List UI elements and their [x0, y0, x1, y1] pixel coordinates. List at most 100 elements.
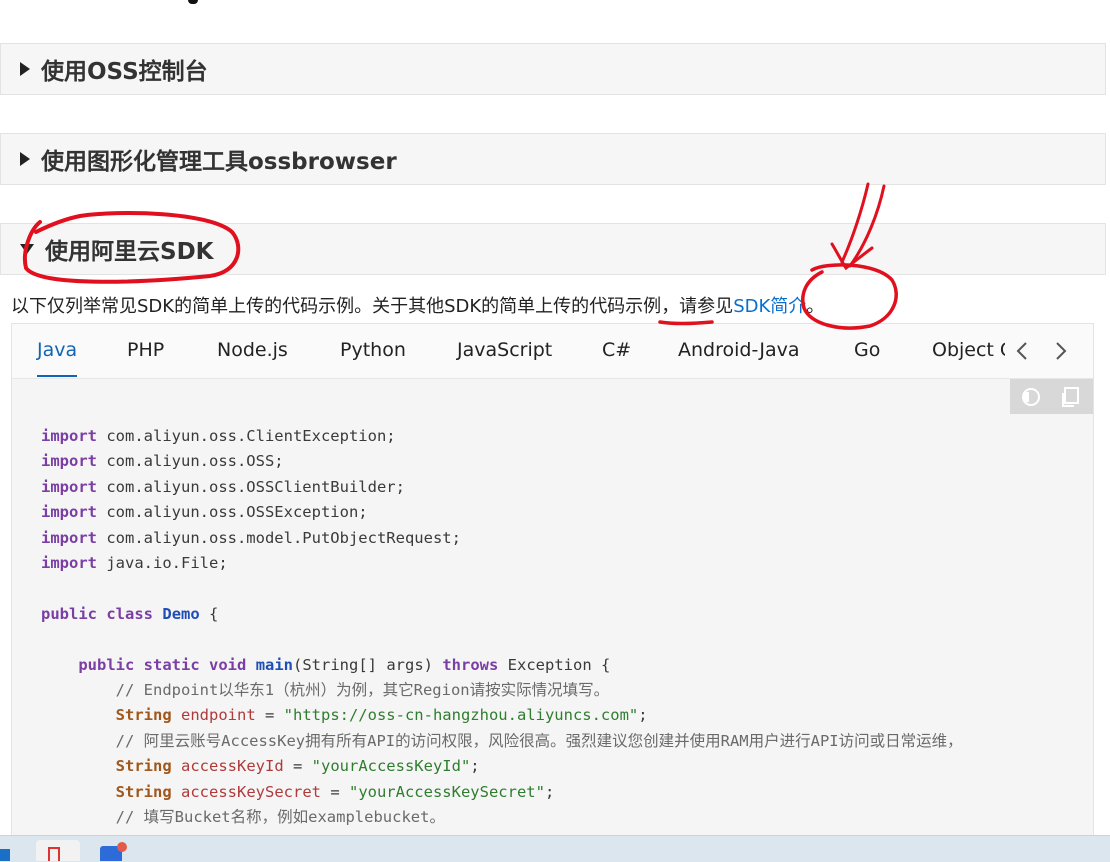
section-ossbrowser[interactable]: 使用图形化管理工具ossbrowser — [0, 133, 1106, 185]
section-aliyun-sdk[interactable]: 使用阿里云SDK — [0, 223, 1106, 275]
code-text: com.aliyun.oss.model.PutObjectRequest; — [97, 528, 461, 547]
code-text: ; — [544, 782, 555, 801]
tab-android-java[interactable]: Android-Java — [678, 339, 800, 361]
code-keyword: import — [41, 427, 97, 445]
code-line: String endpoint = "https://oss-cn-hangzh… — [41, 703, 963, 728]
code-string: "yourAccessKeySecret" — [348, 782, 545, 801]
sdk-intro-link[interactable]: SDK简介 — [733, 296, 806, 317]
code-line: import com.aliyun.oss.OSS; — [41, 449, 963, 474]
code-line: import com.aliyun.oss.ClientException; — [41, 424, 963, 449]
tab-scroll-controls — [1005, 324, 1093, 378]
section-title: 使用阿里云SDK — [45, 239, 214, 265]
app-glyph-icon — [48, 847, 60, 861]
code-text: = — [320, 782, 349, 801]
intro-paragraph: 以下仅列举常见SDK的简单上传的代码示例。关于其他SDK的简单上传的代码示例，请… — [11, 292, 824, 318]
code-line: // Endpoint以华东1（杭州）为例，其它Region请按实际情况填写。 — [41, 678, 963, 703]
code-string: "https://oss-cn-hangzhou.aliyuncs.com" — [283, 706, 639, 725]
code-name: Demo — [162, 604, 200, 623]
code-type: String — [115, 757, 172, 776]
code-variable: accessKeySecret — [181, 782, 321, 801]
language-tabbar: Java PHP Node.js Python JavaScript C# An… — [12, 324, 1093, 379]
notification-dot-icon — [117, 842, 127, 852]
taskbar-app-icon[interactable] — [100, 842, 127, 861]
taskbar-app-icon[interactable] — [0, 849, 10, 861]
code-line: String accessKeyId = "yourAccessKeyId"; — [41, 754, 963, 779]
code-comment: // Endpoint以华东1（杭州）为例，其它Region请按实际情况填写。 — [115, 681, 610, 700]
code-block: import com.aliyun.oss.ClientException; im… — [41, 424, 963, 831]
code-text: (String[] args) — [293, 655, 443, 674]
code-text: com.aliyun.oss.ClientException; — [97, 427, 396, 445]
code-line: public static void main(String[] args) t… — [41, 653, 963, 678]
code-line: // 阿里云账号AccessKey拥有所有API的访问权限，风险很高。强烈建议您… — [41, 729, 963, 754]
code-type: String — [115, 706, 172, 725]
intro-underlined-text: 代码示例 — [589, 296, 662, 317]
code-line: import java.io.File; — [41, 551, 963, 576]
tab-csharp[interactable]: C# — [602, 339, 631, 361]
code-line: // 填写Bucket名称，例如examplebucket。 — [41, 805, 963, 830]
tab-java[interactable]: Java — [37, 339, 77, 361]
code-text: ; — [470, 757, 480, 776]
section-title: 使用OSS控制台 — [41, 59, 208, 85]
code-keyword: import — [41, 477, 97, 496]
intro-text: 以下仅列举常见SDK的简单上传的代码示例。关于其他SDK的简单上传的 — [11, 296, 590, 317]
code-text: = — [255, 706, 284, 725]
code-keyword: import — [41, 452, 97, 471]
code-string: "yourAccessKeyId" — [311, 757, 471, 776]
prev-tab-chevron-icon[interactable] — [1011, 339, 1035, 363]
code-variable: accessKeyId — [181, 757, 284, 776]
code-keyword: import — [41, 554, 97, 573]
theme-toggle-icon[interactable] — [1018, 385, 1042, 409]
code-keyword: import — [41, 503, 97, 522]
code-keyword: public — [41, 604, 97, 623]
code-text: = — [283, 757, 312, 776]
code-keyword: void — [209, 655, 247, 674]
code-keyword: static — [143, 655, 200, 674]
code-keyword: public — [78, 655, 135, 674]
code-line: import com.aliyun.oss.OSSException; — [41, 500, 963, 525]
copy-icon[interactable] — [1060, 385, 1084, 409]
active-tab-indicator — [37, 375, 77, 377]
tab-php[interactable]: PHP — [127, 339, 164, 361]
tab-go[interactable]: Go — [854, 339, 880, 361]
code-text: { — [199, 604, 219, 623]
code-comment: // 阿里云账号AccessKey拥有所有API的访问权限，风险很高。强烈建议您… — [115, 731, 963, 750]
code-variable: endpoint — [181, 706, 256, 725]
code-line: public class Demo { — [41, 602, 963, 627]
tab-nodejs[interactable]: Node.js — [217, 339, 288, 361]
section-oss-console[interactable]: 使用OSS控制台 — [0, 43, 1106, 95]
next-tab-chevron-icon[interactable] — [1048, 339, 1072, 363]
code-line: import com.aliyun.oss.OSSClientBuilder; — [41, 475, 963, 500]
code-text: com.aliyun.oss.OSSClientBuilder; — [97, 477, 405, 496]
code-text: java.io.File; — [97, 554, 228, 573]
tab-object-c[interactable]: Object C — [932, 339, 1005, 361]
code-text: com.aliyun.oss.OSSException; — [97, 503, 368, 522]
code-text: ; — [638, 706, 648, 725]
taskbar-app-icon[interactable] — [36, 840, 80, 861]
tab-python[interactable]: Python — [340, 339, 406, 361]
tab-javascript[interactable]: JavaScript — [457, 339, 552, 361]
taskbar — [0, 835, 1110, 862]
expand-arrow-icon — [20, 152, 30, 166]
code-keyword: class — [106, 604, 154, 623]
page-top-fragment — [188, 0, 198, 4]
expand-arrow-icon — [20, 62, 30, 76]
code-line: String accessKeySecret = "yourAccessKeyS… — [41, 780, 963, 805]
intro-period: 。 — [806, 296, 825, 317]
code-example-panel: Java PHP Node.js Python JavaScript C# An… — [11, 323, 1094, 861]
code-text: com.aliyun.oss.OSS; — [97, 452, 284, 471]
